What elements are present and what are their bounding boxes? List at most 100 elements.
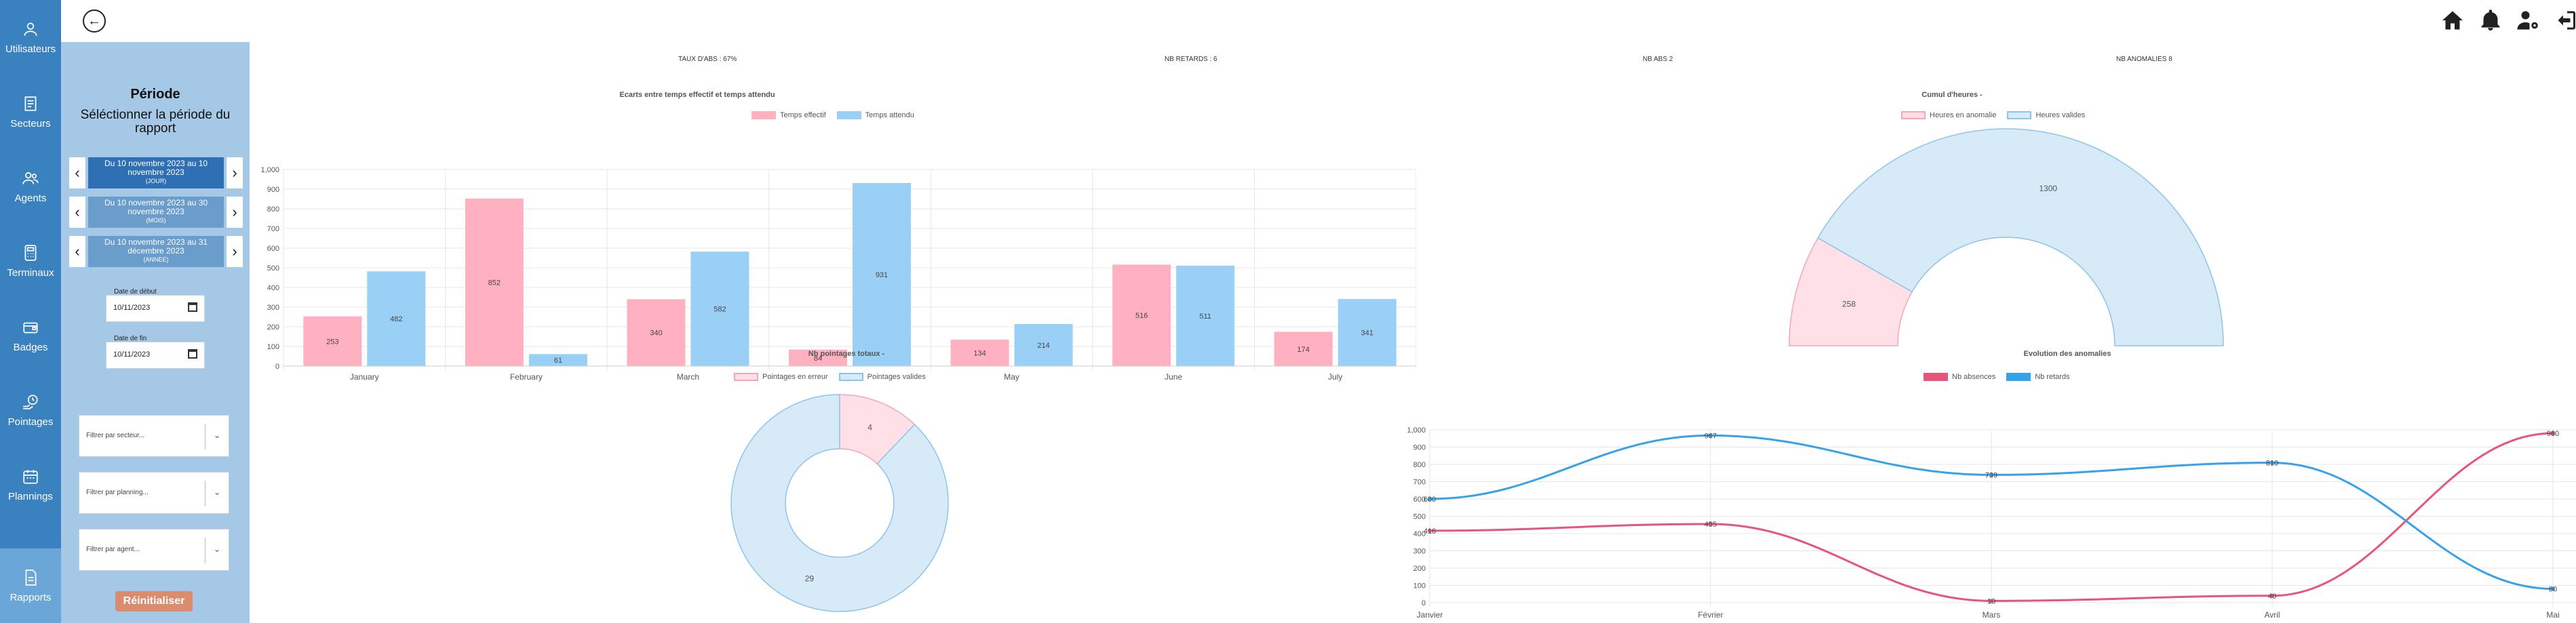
y-tick-label: 700 (1413, 479, 1426, 487)
nav-item-utilisateurs[interactable]: Utilisateurs (0, 0, 61, 75)
back-button[interactable]: ← (83, 9, 106, 33)
y-tick-label: 900 (1413, 444, 1426, 452)
legend-label: Pointages valides (867, 373, 926, 381)
sector-filter-select[interactable]: Filtrer par secteur... ⌄ (79, 415, 229, 457)
x-tick-label: February (510, 372, 543, 382)
period-option-unit: (MOIS) (146, 217, 166, 224)
select-separator (205, 424, 206, 449)
chevron-down-icon[interactable]: ⌄ (214, 430, 220, 440)
nav-item-plannings[interactable]: Plannings (0, 447, 61, 522)
chevron-right-icon[interactable]: › (227, 197, 243, 228)
stat-nb-anomalies: NB ANOMALIES 8 (2116, 56, 2172, 63)
user-settings-icon[interactable] (2516, 8, 2541, 33)
stat-nb-retards: NB RETARDS : 6 (1165, 56, 1217, 63)
agent-filter-select[interactable]: Filtrer par agent... ⌄ (79, 529, 229, 571)
y-tick-label: 100 (267, 343, 279, 351)
legend-swatch-absences[interactable] (1924, 373, 1948, 381)
period-option-button[interactable]: Du 10 novembre 2023 au 10 novembre 2023 … (88, 157, 224, 188)
data-label: 511 (1199, 313, 1211, 321)
period-option-button[interactable]: Du 10 novembre 2023 au 30 novembre 2023 … (88, 197, 224, 228)
legend-swatch-pvalides[interactable] (838, 373, 863, 381)
data-label: 40 (2268, 592, 2276, 601)
legend-swatch-erreur[interactable] (734, 373, 758, 381)
data-label: 214 (1037, 342, 1049, 350)
chevron-left-icon[interactable]: ‹ (69, 197, 85, 228)
y-tick-label: 0 (1422, 599, 1426, 607)
period-option-unit: (JOUR) (145, 178, 167, 184)
period-option-day: ‹ Du 10 novembre 2023 au 10 novembre 202… (69, 157, 243, 188)
data-label: 253 (326, 338, 338, 346)
period-subtitle: Séléctionner la période du rapport (80, 108, 231, 136)
hours-chart-legend: Heures en anomalie Heures valides (1901, 111, 2085, 119)
legend-swatch-attendu[interactable] (836, 111, 861, 119)
nav-label: Plannings (8, 490, 53, 502)
legend-swatch-effectif[interactable] (752, 111, 776, 119)
x-tick-label: March (677, 372, 699, 382)
arrow-left-icon: ← (87, 13, 101, 28)
data-label: 852 (488, 279, 501, 287)
legend-swatch-retards[interactable] (2006, 373, 2031, 381)
y-tick-label: 400 (267, 284, 279, 292)
nav-label: Agents (14, 192, 47, 204)
line-chart-legend: Nb absences Nb retards (1924, 373, 2070, 381)
period-option-button[interactable]: Du 10 novembre 2023 au 31 décembre 2023 … (88, 236, 224, 267)
nav-item-terminaux[interactable]: Terminaux (0, 224, 61, 298)
users-icon (22, 172, 39, 184)
nav-item-secteurs[interactable]: Secteurs (0, 75, 61, 149)
data-label: 967 (1704, 432, 1717, 440)
filter-placeholder: Filtrer par secteur... (86, 432, 145, 439)
doughnut-segment (730, 394, 949, 612)
y-tick-label: 500 (1413, 513, 1426, 521)
hours-chart-title: Cumul d'heures - (1921, 91, 1983, 99)
chevron-down-icon[interactable]: ⌄ (214, 487, 220, 497)
x-tick-label: Janvier (1417, 610, 1443, 620)
legend-label: Temps attendu (865, 111, 914, 119)
chevron-right-icon[interactable]: › (227, 157, 243, 188)
home-icon[interactable] (2440, 8, 2465, 33)
end-date-value: 10/11/2023 (113, 350, 151, 359)
x-tick-label: Mai (2546, 610, 2559, 620)
y-tick-label: 200 (1413, 565, 1426, 573)
start-date-input[interactable]: 10/11/2023 (106, 295, 205, 322)
data-label: 80 (2549, 586, 2557, 594)
period-option-line: novembre 2023 (128, 167, 184, 177)
period-option-unit: (ANNEE) (143, 256, 169, 263)
nav-item-pointages[interactable]: Pointages (0, 373, 61, 447)
period-option-year: ‹ Du 10 novembre 2023 au 31 décembre 202… (69, 236, 243, 267)
y-tick-label: 900 (267, 186, 279, 194)
calendar-icon[interactable] (188, 349, 197, 359)
legend-swatch-anomalie[interactable] (1901, 111, 1926, 119)
data-label: 134 (973, 350, 985, 358)
bell-icon[interactable] (2478, 8, 2503, 33)
y-tick-label: 500 (267, 264, 279, 273)
line-chart: 01002003004005006007008009001,000Janvier… (1407, 426, 2576, 620)
legend-label: Nb absences (1952, 373, 1996, 381)
legend-swatch-valides[interactable] (2007, 111, 2032, 119)
chevron-right-icon[interactable]: › (227, 236, 243, 267)
chevron-down-icon[interactable]: ⌄ (214, 544, 220, 554)
chevron-left-icon[interactable]: ‹ (69, 157, 85, 188)
data-label: 739 (1985, 472, 1997, 480)
y-tick-label: 300 (267, 304, 279, 312)
nav-item-rapports[interactable]: Rapports (0, 548, 61, 623)
y-tick-label: 100 (1413, 582, 1426, 590)
planning-filter-select[interactable]: Filtrer par planning... ⌄ (79, 472, 229, 514)
data-label: 482 (390, 315, 402, 323)
y-tick-label: 800 (267, 205, 279, 214)
period-option-line: novembre 2023 (128, 207, 184, 216)
reset-button[interactable]: Réinitialiser (115, 591, 193, 611)
calendar-icon[interactable] (188, 302, 197, 312)
data-label: 61 (554, 357, 562, 365)
y-tick-label: 1,000 (1407, 426, 1426, 435)
end-date-input[interactable]: 10/11/2023 (106, 342, 205, 369)
chevron-left-icon[interactable]: ‹ (69, 236, 85, 267)
logout-icon[interactable] (2553, 8, 2575, 33)
nav-item-badges[interactable]: Badges (0, 298, 61, 373)
filter-placeholder: Filtrer par planning... (86, 489, 149, 496)
user-icon (24, 22, 37, 36)
x-tick-label: May (1004, 372, 1019, 382)
nav-item-agents[interactable]: Agents (0, 149, 61, 224)
x-tick-label: Février (1698, 610, 1723, 620)
punches-chart-title: Nb pointages totaux - (808, 350, 885, 358)
stat-nb-abs: NB ABS 2 (1643, 56, 1673, 63)
